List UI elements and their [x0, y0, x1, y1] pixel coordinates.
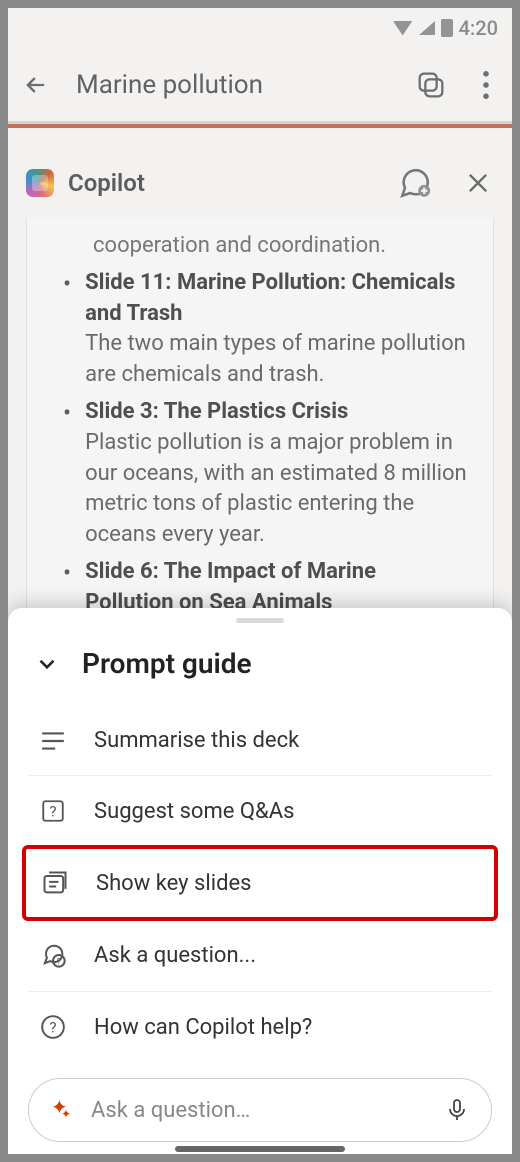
more-icon[interactable] [474, 71, 498, 99]
option-label: Show key slides [96, 871, 252, 896]
chevron-down-icon [34, 651, 60, 677]
svg-text:?: ? [49, 802, 56, 820]
copilot-panel-header: Copilot [8, 156, 512, 218]
clock: 4:20 [459, 16, 498, 40]
slide-desc: Plastic pollution is a major problem in … [85, 428, 467, 551]
document-title: Marine pollution [76, 70, 388, 100]
signal-icon [419, 21, 435, 35]
copilot-response: cooperation and coordination. Slide 11: … [26, 218, 494, 638]
new-chat-icon[interactable] [398, 166, 432, 200]
accent-divider [8, 124, 512, 128]
svg-text:?: ? [49, 1018, 56, 1036]
option-qas[interactable]: ? Suggest some Q&As [28, 776, 492, 847]
option-summarise[interactable]: Summarise this deck [28, 706, 492, 776]
slide-desc: The two main types of marine pollution a… [85, 329, 467, 391]
chat-icon: ? [38, 941, 68, 969]
close-icon[interactable] [464, 169, 492, 197]
battery-icon [441, 19, 453, 37]
help-icon: ? [38, 1014, 68, 1040]
option-label: Suggest some Q&As [94, 799, 294, 824]
option-label: How can Copilot help? [94, 1015, 312, 1040]
option-key-slides[interactable]: Show key slides [22, 845, 498, 921]
slide-item: Slide 3: The Plastics Crisis Plastic pol… [53, 391, 467, 551]
svg-text:?: ? [57, 956, 62, 967]
option-label: Summarise this deck [94, 728, 299, 753]
wifi-icon [393, 21, 413, 36]
status-bar: 4:20 [8, 8, 512, 48]
prompt-guide-sheet: Prompt guide Summarise this deck ? Sugge… [8, 608, 512, 1154]
gesture-bar [175, 1146, 345, 1152]
app-header: Marine pollution [8, 48, 512, 124]
prompt-placeholder: Ask a question… [91, 1098, 427, 1123]
truncated-line: cooperation and coordination. [53, 230, 467, 262]
qa-icon: ? [38, 798, 68, 824]
option-help[interactable]: ? How can Copilot help? [28, 992, 492, 1062]
sheet-header[interactable]: Prompt guide [8, 629, 512, 706]
option-ask-question[interactable]: ? Ask a question... [28, 919, 492, 992]
copilot-header-icon[interactable] [414, 68, 448, 102]
sheet-grabber[interactable] [236, 618, 284, 623]
back-icon[interactable] [22, 71, 50, 99]
summarise-icon [38, 730, 68, 752]
slide-title: Slide 11: Marine Pollution: Chemicals an… [85, 268, 467, 330]
slide-title: Slide 3: The Plastics Crisis [85, 397, 467, 428]
copilot-logo-icon [26, 169, 54, 197]
copilot-title: Copilot [68, 169, 384, 197]
option-label: Ask a question... [94, 943, 256, 968]
sheet-title: Prompt guide [82, 647, 252, 680]
mic-icon[interactable] [445, 1096, 469, 1124]
key-slides-icon [40, 869, 70, 897]
sparkle-icon [51, 1099, 73, 1121]
slide-item: Slide 11: Marine Pollution: Chemicals an… [53, 262, 467, 391]
prompt-input[interactable]: Ask a question… [28, 1078, 492, 1142]
